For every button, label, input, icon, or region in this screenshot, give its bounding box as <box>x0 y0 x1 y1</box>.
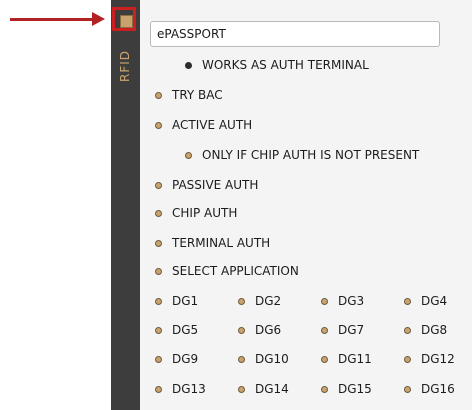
option-dg10[interactable]: DG10 <box>238 350 289 368</box>
radio-dot-icon <box>155 209 162 217</box>
radio-dot-icon <box>185 151 192 159</box>
annotation-arrow <box>10 18 94 21</box>
radio-dot-icon <box>155 385 162 393</box>
option-dg12[interactable]: DG12 <box>404 350 455 368</box>
radio-dot-icon <box>321 355 328 363</box>
option-dg16[interactable]: DG16 <box>404 380 455 398</box>
panel-toggle-highlight[interactable] <box>112 7 136 31</box>
option-terminal-auth[interactable]: TERMINAL AUTH <box>155 234 270 252</box>
radio-dot-icon <box>321 297 328 305</box>
radio-dot-icon <box>238 297 245 305</box>
radio-dot-icon <box>238 326 245 334</box>
radio-dot-icon <box>155 121 162 129</box>
radio-dot-icon <box>238 355 245 363</box>
radio-dot-icon <box>155 267 162 275</box>
option-dg14[interactable]: DG14 <box>238 380 289 398</box>
option-passive-auth[interactable]: PASSIVE AUTH <box>155 176 258 194</box>
option-works-as-auth-terminal[interactable]: WORKS AS AUTH TERMINAL <box>185 56 369 74</box>
option-dg7[interactable]: DG7 <box>321 321 364 339</box>
radio-dot-icon <box>155 91 162 99</box>
panel-toggle-checkbox[interactable] <box>120 15 133 28</box>
option-dg5[interactable]: DG5 <box>155 321 198 339</box>
option-dg4[interactable]: DG4 <box>404 292 447 310</box>
radio-dot-icon <box>321 385 328 393</box>
radio-dot-icon <box>155 326 162 334</box>
radio-dot-icon <box>404 326 411 334</box>
option-dg8[interactable]: DG8 <box>404 321 447 339</box>
option-try-bac[interactable]: TRY BAC <box>155 86 223 104</box>
option-dg11[interactable]: DG11 <box>321 350 372 368</box>
radio-dot-icon <box>404 385 411 393</box>
option-dg15[interactable]: DG15 <box>321 380 372 398</box>
radio-dot-icon <box>238 385 245 393</box>
radio-dot-icon <box>155 297 162 305</box>
annotation-arrow-head <box>92 12 105 26</box>
option-dg9[interactable]: DG9 <box>155 350 198 368</box>
option-dg2[interactable]: DG2 <box>238 292 281 310</box>
side-panel-label: RFID <box>118 49 132 82</box>
radio-dot-icon <box>155 239 162 247</box>
radio-dot-icon <box>404 355 411 363</box>
radio-dot-icon <box>321 326 328 334</box>
option-dg3[interactable]: DG3 <box>321 292 364 310</box>
option-select-application[interactable]: SELECT APPLICATION <box>155 262 299 280</box>
option-dg6[interactable]: DG6 <box>238 321 281 339</box>
option-only-if-chip-auth-not-present[interactable]: ONLY IF CHIP AUTH IS NOT PRESENT <box>185 146 419 164</box>
option-active-auth[interactable]: ACTIVE AUTH <box>155 116 252 134</box>
radio-dot-icon <box>185 61 192 69</box>
radio-dot-icon <box>404 297 411 305</box>
option-dg1[interactable]: DG1 <box>155 292 198 310</box>
application-input[interactable] <box>150 21 440 47</box>
option-dg13[interactable]: DG13 <box>155 380 206 398</box>
radio-dot-icon <box>155 181 162 189</box>
radio-dot-icon <box>155 355 162 363</box>
option-chip-auth[interactable]: CHIP AUTH <box>155 204 237 222</box>
